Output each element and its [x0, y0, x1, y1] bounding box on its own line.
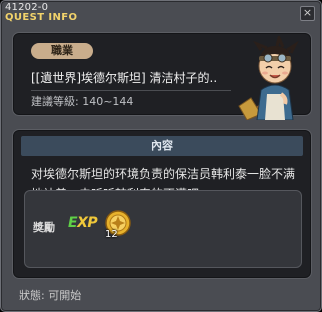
reward-count: 12: [105, 229, 118, 240]
quest-summary-panel: 職業 [[遺世界]埃德尔斯坦] 清洁村子的.. 建議等級: 140~144: [12, 32, 312, 120]
npc-portrait: [238, 36, 299, 120]
close-button[interactable]: ×: [300, 6, 315, 21]
exp-icon-e: E: [68, 215, 78, 231]
reward-label: 獎勵: [33, 221, 55, 234]
quest-info-window: 41202-0 QUEST INFO × 職業 [[遺世界]埃德尔斯坦] 清洁村…: [0, 0, 322, 312]
window-title: QUEST INFO: [5, 12, 78, 23]
exp-icon: EXP: [68, 215, 98, 231]
reward-box: 獎勵 EXP 12: [24, 190, 302, 268]
quest-name: [[遺世界]埃德尔斯坦] 清洁村子的..: [31, 71, 218, 85]
quest-status: 狀態: 可開始: [19, 289, 82, 302]
quest-content-panel: 內容 对埃德尔斯坦的环境负责的保洁员韩利泰一脸不满地站着，去听听韩利泰的不满吧。…: [12, 129, 312, 279]
exp-icon-xp: XP: [77, 215, 98, 231]
close-icon: ×: [302, 6, 313, 19]
recommended-level: 建議等級: 140~144: [31, 95, 134, 108]
content-header: 內容: [21, 136, 303, 156]
divider: [31, 90, 231, 91]
job-tag: 職業: [31, 43, 93, 59]
